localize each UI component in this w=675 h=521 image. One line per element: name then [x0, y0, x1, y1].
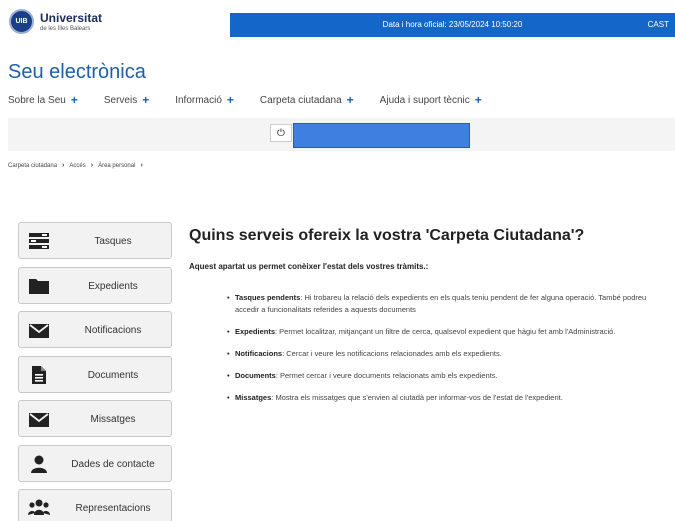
sidebar-item-label: Expedients [88, 280, 138, 292]
feature-term: Documents [235, 371, 276, 380]
chevron-right-icon: › [140, 162, 143, 169]
list-item: Notificacions: Cercar i veure les notifi… [227, 348, 655, 360]
main-content: Quins serveis ofereix la vostra 'Carpeta… [189, 227, 659, 414]
sidebar-item-notificacions[interactable]: Notificacions [18, 311, 172, 348]
plus-icon: + [226, 93, 234, 107]
plus-icon: + [474, 93, 482, 107]
envelope-icon [29, 324, 49, 338]
user-name-redacted[interactable] [293, 123, 470, 148]
logo-text: Universitat de les Illes Balears [40, 12, 102, 32]
sidebar-item-label: Missatges [90, 414, 136, 425]
sidebar-item-missatges[interactable]: Missatges [18, 400, 172, 437]
folder-icon [29, 278, 49, 294]
document-icon [32, 365, 46, 384]
sidebar-item-documents[interactable]: Documents [18, 355, 172, 393]
feature-term: Tasques pendents [235, 293, 301, 302]
feature-text: : Cercar i veure les notificacions relac… [282, 349, 502, 358]
tasks-icon [29, 233, 49, 249]
nav-item-ajuda[interactable]: Ajuda i suport tècnic + [380, 93, 482, 107]
sidebar-item-expedients[interactable]: Expedients [18, 266, 172, 304]
feature-text: : Mostra els missatges que s'envien al c… [271, 393, 563, 402]
intro-text: Aquest apartat us permet conèixer l'esta… [189, 262, 429, 271]
sidebar-item-representacions[interactable]: Representacions [18, 489, 172, 521]
main-nav: Sobre la Seu + Serveis + Informació + Ca… [8, 93, 508, 107]
plus-icon: + [70, 93, 78, 107]
logo-subtitle: de les Illes Balears [40, 25, 91, 32]
sidebar-item-label: Notificacions [84, 325, 142, 336]
nav-item-sobre-la-seu[interactable]: Sobre la Seu + [8, 93, 78, 107]
list-item: Missatges: Mostra els missatges que s'en… [227, 392, 655, 404]
top-header: UIB Universitat de les Illes Balears Dat… [0, 0, 675, 40]
logout-power-icon[interactable]: ⏻ [270, 124, 292, 142]
users-icon [28, 499, 50, 515]
feature-text: : Permet localitzar, mitjançant un filtr… [275, 327, 616, 336]
user-icon [31, 455, 47, 473]
breadcrumb-item-acces[interactable]: Accés [69, 163, 85, 169]
sidebar-item-dades-de-contacte[interactable]: Dades de contacte [18, 444, 172, 482]
user-bar: ⏻ [8, 118, 675, 151]
language-switch[interactable]: CAST [648, 20, 669, 29]
official-date-bar: Data i hora oficial: 23/05/2024 10:50:20… [230, 13, 675, 37]
nav-item-label: Informació [175, 94, 222, 106]
official-date: Data i hora oficial: 23/05/2024 10:50:20 [382, 20, 523, 29]
sidebar-item-label: Representacions [75, 503, 151, 514]
sidebar-item-label: Dades de contacte [71, 458, 155, 470]
feature-term: Missatges [235, 393, 272, 402]
nav-item-informacio[interactable]: Informació + [175, 93, 234, 107]
uib-logo[interactable]: UIB Universitat de les Illes Balears [9, 9, 102, 34]
plus-icon: + [346, 93, 354, 107]
feature-term: Expedients [235, 327, 276, 336]
nav-item-label: Ajuda i suport tècnic [379, 94, 470, 106]
sidebar-item-tasques[interactable]: Tasques [18, 222, 172, 259]
plus-icon: + [142, 93, 150, 107]
nav-item-label: Serveis [103, 94, 138, 106]
chevron-right-icon: › [90, 162, 94, 169]
feature-text: : Permet cercar i veure documents relaci… [275, 371, 498, 380]
breadcrumb-item-area-personal[interactable]: Àrea personal [98, 163, 135, 169]
feature-term: Notificacions [235, 349, 283, 358]
services-list: Tasques pendents: Hi trobareu la relació… [227, 292, 655, 404]
list-item: Documents: Permet cercar i veure documen… [227, 370, 655, 382]
chevron-right-icon: › [62, 162, 65, 169]
nav-item-label: Carpeta ciutadana [259, 94, 342, 106]
nav-item-carpeta-ciutadana[interactable]: Carpeta ciutadana + [260, 93, 354, 107]
logo-title: Universitat [40, 10, 103, 25]
page-heading: Quins serveis ofereix la vostra 'Carpeta… [189, 227, 585, 244]
envelope-icon [29, 413, 49, 427]
list-item: Expedients: Permet localitzar, mitjançan… [227, 326, 655, 338]
sidebar-menu: Tasques Expedients Notificacions Documen… [18, 222, 172, 521]
sidebar-item-label: Tasques [94, 236, 132, 247]
list-item: Tasques pendents: Hi trobareu la relació… [227, 292, 655, 316]
logo-seal: UIB [9, 9, 34, 34]
site-title[interactable]: Seu electrònica [8, 61, 146, 84]
breadcrumb-item-carpeta[interactable]: Carpeta ciutadana [8, 163, 57, 169]
nav-item-serveis[interactable]: Serveis + [104, 93, 149, 107]
sidebar-item-label: Documents [87, 369, 139, 381]
breadcrumb: Carpeta ciutadana › Accés › Àrea persona… [8, 162, 148, 169]
nav-item-label: Sobre la Seu [8, 94, 66, 106]
